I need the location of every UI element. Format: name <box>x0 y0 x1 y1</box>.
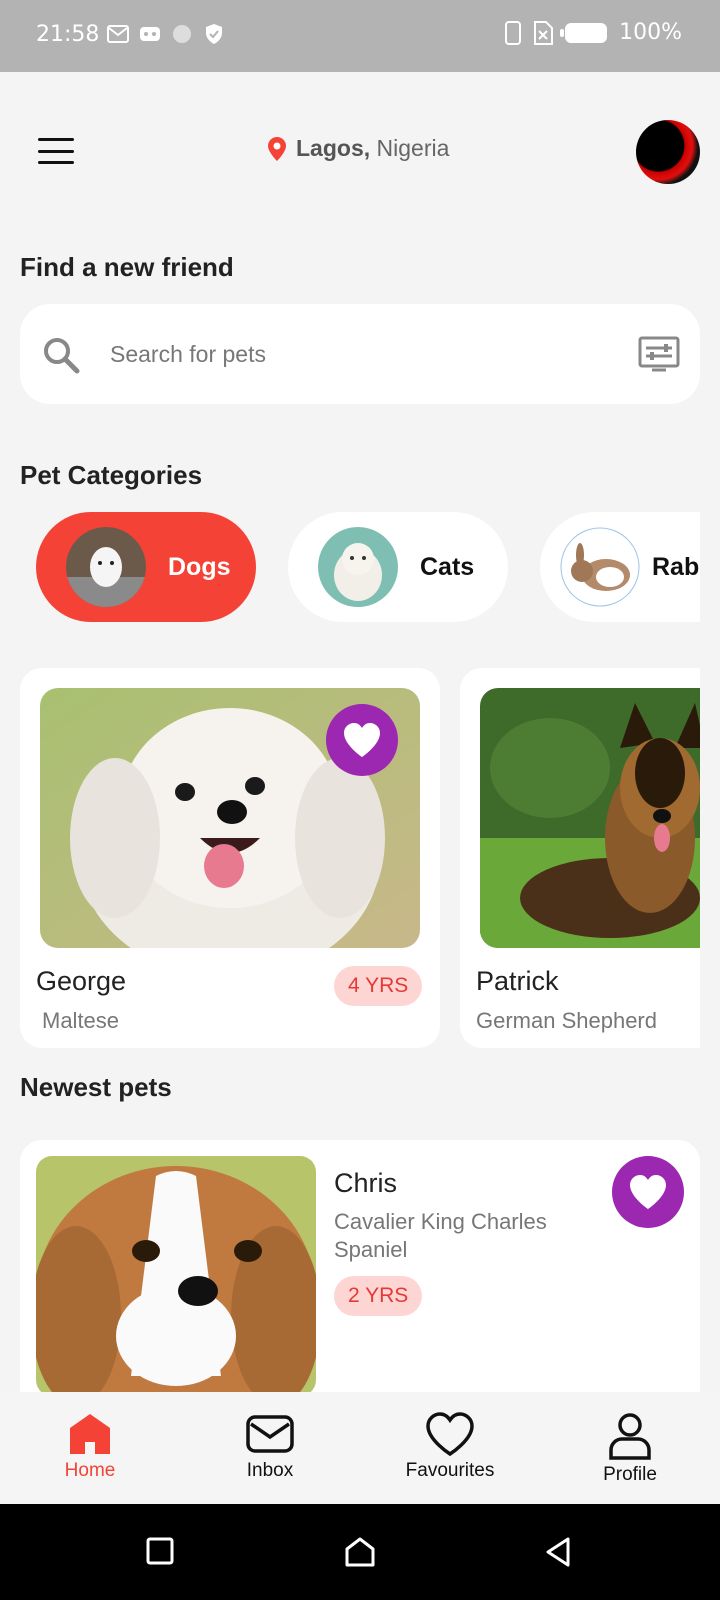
favorite-button[interactable] <box>326 704 398 776</box>
dog-thumbnail <box>66 527 146 607</box>
nav-label: Favourites <box>405 1460 495 1481</box>
category-label: Cats <box>420 552 475 581</box>
system-nav-bar <box>0 1504 720 1600</box>
menu-icon[interactable] <box>38 138 74 164</box>
search-bar <box>20 304 700 404</box>
category-list: Dogs Cats Rabb <box>36 512 700 622</box>
pet-name: George <box>36 966 127 996</box>
pet-card-george[interactable]: George 4 YRS Maltese <box>20 668 440 1048</box>
game-icon <box>138 22 162 46</box>
phone-icon <box>505 20 522 45</box>
back-icon[interactable] <box>544 1536 572 1573</box>
heart-icon <box>630 1175 666 1209</box>
rabbit-thumbnail <box>560 527 640 607</box>
nav-label: Home <box>64 1460 116 1481</box>
nav-label: Inbox <box>246 1460 294 1481</box>
location-country: Nigeria <box>376 135 450 161</box>
pet-breed: Maltese <box>42 1008 120 1033</box>
age-badge: 4 YRS <box>334 966 423 1006</box>
battery-icon <box>560 22 608 43</box>
inbox-icon <box>246 1415 294 1453</box>
circle-icon <box>170 22 194 46</box>
nav-favourites[interactable]: Favourites <box>380 1412 520 1482</box>
shield-icon <box>202 22 226 46</box>
location[interactable]: Lagos, Nigeria <box>268 135 449 162</box>
nav-home[interactable]: Home <box>20 1412 160 1482</box>
home-system-icon[interactable] <box>344 1536 376 1573</box>
avatar[interactable] <box>636 120 700 184</box>
bottom-nav: Home Inbox Favourites Profile <box>0 1392 720 1504</box>
categories-heading: Pet Categories <box>20 460 203 490</box>
notification-icons <box>106 22 226 46</box>
pet-name: Patrick <box>476 966 559 996</box>
profile-icon <box>609 1413 651 1460</box>
cat-thumbnail <box>318 527 398 607</box>
pet-photo <box>480 688 700 948</box>
recents-icon[interactable] <box>146 1536 174 1571</box>
status-time: 21:58 <box>36 22 100 47</box>
pet-name: Chris <box>334 1168 398 1198</box>
nav-label: Profile <box>603 1464 657 1485</box>
status-bar: 21:58 100% <box>0 0 720 72</box>
favorite-button[interactable] <box>612 1156 684 1228</box>
battery-percent: 100% <box>619 20 682 45</box>
pet-card-patrick[interactable]: Patrick German Shepherd <box>460 668 700 1048</box>
no-sim-icon <box>534 20 554 45</box>
nav-profile[interactable]: Profile <box>560 1412 700 1486</box>
find-friend-heading: Find a new friend <box>20 252 234 282</box>
heart-icon <box>344 723 380 757</box>
category-cats[interactable]: Cats <box>288 512 508 622</box>
category-rabbits[interactable]: Rabb <box>540 512 700 622</box>
category-dogs[interactable]: Dogs <box>36 512 256 622</box>
heart-outline-icon <box>426 1412 474 1456</box>
search-icon <box>44 338 80 374</box>
home-icon <box>70 1414 110 1454</box>
newest-pet-card[interactable]: Chris Cavalier King Charles Spaniel 2 YR… <box>20 1140 700 1400</box>
featured-pets-list: George 4 YRS Maltese Patrick German Shep… <box>20 668 700 1048</box>
category-label: Rabb <box>652 552 700 581</box>
age-badge: 2 YRS <box>334 1276 423 1316</box>
category-label: Dogs <box>168 552 231 581</box>
nav-inbox[interactable]: Inbox <box>200 1412 340 1482</box>
gmail-icon <box>106 22 130 46</box>
search-input[interactable] <box>110 334 610 374</box>
pet-photo <box>36 1156 316 1396</box>
location-city: Lagos, <box>296 135 371 161</box>
location-pin-icon <box>268 136 286 161</box>
pet-breed: German Shepherd <box>476 1008 657 1033</box>
filter-icon[interactable] <box>638 336 680 374</box>
pet-breed: Cavalier King Charles Spaniel <box>334 1209 547 1262</box>
newest-heading: Newest pets <box>20 1072 172 1102</box>
system-status-icons: 100% <box>505 20 682 45</box>
